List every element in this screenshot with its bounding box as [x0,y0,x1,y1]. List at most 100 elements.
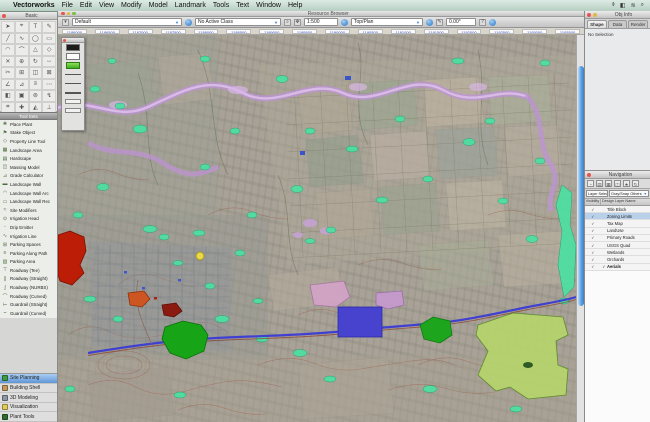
tool-list-item[interactable]: ▥ Parking Area [0,258,57,267]
navigation-tab-icon[interactable]: ▤ [596,180,603,187]
object-info-tab[interactable]: Shape [587,20,607,28]
line-thickness-thick[interactable] [65,92,81,94]
menu-item[interactable]: Edit [80,2,92,9]
pen-tool-icon[interactable]: ✎ [436,19,443,26]
tool-list-item[interactable]: ▭ Landscape Wall Rec [0,197,57,206]
fit-view-icon[interactable] [341,19,348,26]
tool-button[interactable]: △ [29,44,43,56]
tool-button[interactable]: ✎ [42,21,56,33]
menu-extra-icon[interactable]: ⌕ [641,2,644,9]
design-layer-row[interactable]: ✓ USGS Quad [585,242,650,249]
close-icon[interactable] [2,14,6,18]
menu-item[interactable]: Help [288,2,302,9]
design-layer-row[interactable]: ✓ Zoning Limits [585,213,650,220]
navigation-tab-icon[interactable]: ★ [623,180,630,187]
object-info-tab[interactable]: Data [608,20,628,28]
tool-button[interactable]: ⋯ [42,79,56,91]
tool-list-item[interactable]: ⌣ Guardrail (Curved) [0,309,57,318]
tool-list-item[interactable]: ∥ Roadway (Straight) [0,275,57,284]
tool-list-item[interactable]: ◇ Property Line Tool [0,137,57,146]
scrollbar-thumb[interactable] [578,66,584,306]
tool-list-item[interactable]: ◦ Drip Emitter [0,223,57,232]
view-dropdown[interactable]: Top/Plan▼ [351,18,423,26]
tool-list-item[interactable]: ⊤ Roadway (Tee) [0,266,57,275]
tool-button[interactable]: ↔ [42,56,56,68]
menu-item[interactable]: Window [256,2,281,9]
tool-button[interactable]: ⊕ [15,56,29,68]
minimize-icon[interactable] [593,13,597,17]
visibility-check[interactable]: ✓ [585,214,601,219]
design-layer-row[interactable]: ✓ Title Block [585,206,650,213]
tool-sets-palette-titlebar[interactable]: Tool Sets [0,112,57,120]
design-layer-row[interactable]: ✓ Primary Roads [585,235,650,242]
tool-button[interactable]: ◧ [1,90,15,102]
menu-item[interactable]: Modify [121,2,142,9]
tool-set-category[interactable]: Site Planning [0,374,57,384]
tool-list-item[interactable]: ⊞ Parking Spaces [0,240,57,249]
tool-button[interactable]: ⌖ [15,21,29,33]
tool-button[interactable]: ⊞ [15,67,29,79]
help-mode-icon[interactable]: ? [479,19,486,26]
close-icon[interactable] [587,173,591,177]
tool-list-item[interactable]: ⊙ Irrigation Head [0,215,57,224]
layer-select-dropdown[interactable]: Layer Select▼ [586,190,608,197]
tool-button[interactable]: ◫ [29,67,43,79]
line-thickness-medium[interactable] [65,83,81,84]
design-layer-row[interactable]: ✓ Orchards [585,256,650,263]
saved-views-icon[interactable]: ▾ [62,19,69,26]
object-info-tab[interactable]: Render [628,20,648,28]
tool-button[interactable]: ➤ [1,21,15,33]
tool-set-category[interactable]: Building Shell [0,384,57,394]
tool-button[interactable]: T [29,21,43,33]
pan-tool-icon[interactable]: ✥ [294,19,301,26]
visibility-check[interactable]: ✓ [585,235,601,240]
tool-list-item[interactable]: ≈ Site Modifiers [0,206,57,215]
layer-options-dropdown[interactable]: Gray/Snap Others▼ [609,190,649,197]
navigation-tab-icon[interactable]: ◔ [587,180,594,187]
tool-button[interactable]: ↻ [29,56,43,68]
layer-options-icon[interactable] [185,19,192,26]
tool-list-item[interactable]: ▦ Landscape Area [0,146,57,155]
tool-list-item[interactable]: ∫ Roadway (NURBS) [0,283,57,292]
minimize-icon[interactable] [67,12,71,16]
design-layer-row[interactable]: ✓ LandUse [585,228,650,235]
tool-button[interactable]: ∠ [1,79,15,91]
class-dropdown[interactable]: No Active Class▼ [195,18,281,26]
tool-button[interactable]: ✂ [1,67,15,79]
visibility-check[interactable]: ✓ [585,257,601,262]
design-layer-row[interactable]: ✓ Wetlands [585,249,650,256]
tool-list-item[interactable]: ▤ Hardscape [0,154,57,163]
tool-button[interactable]: ⊚ [29,90,43,102]
app-menu[interactable]: Vectorworks [13,2,55,9]
tool-set-category[interactable]: 3D Modeling [0,393,57,403]
menu-extra-icon[interactable]: ◧ [620,2,626,9]
tool-button[interactable]: ╱ [1,33,15,45]
visibility-check[interactable]: ✓ [585,221,601,226]
close-icon[interactable] [63,39,66,42]
tool-list-item[interactable]: ◫ Massing Model [0,163,57,172]
tool-list-item[interactable]: ❀ Place Plant [0,120,57,129]
menu-extra-icon[interactable]: ≋ [631,2,636,9]
tool-list-item[interactable]: ⊿ Grade Calculator [0,172,57,181]
fill-style-swatch[interactable] [66,44,80,51]
visibility-check[interactable]: ✓ [585,264,601,269]
visibility-check[interactable]: ✓ [585,250,601,255]
tool-button[interactable]: ◠ [1,44,15,56]
tool-button[interactable]: ▣ [15,90,29,102]
tool-button[interactable]: ⊠ [42,67,56,79]
basic-palette-titlebar[interactable]: Basic [0,12,57,20]
layer-dropdown[interactable]: Default▼ [72,18,182,26]
map-canvas[interactable] [58,35,576,422]
tool-button[interactable]: ∿ [15,33,29,45]
tool-set-category[interactable]: Plant Tools [0,412,57,422]
pen-color-swatch[interactable] [66,62,80,69]
marker-style-dropdown[interactable] [65,108,81,113]
tool-list-item[interactable]: ⚑ Stake Object [0,129,57,138]
tool-set-category[interactable]: Visualization [0,403,57,413]
tool-list-item[interactable]: ◠ Landscape Wall Arc [0,189,57,198]
menu-item[interactable]: View [99,2,114,9]
tool-button[interactable]: ◯ [29,33,43,45]
visibility-check[interactable]: ✓ [585,228,601,233]
tool-button[interactable]: ↯ [42,90,56,102]
line-thickness-thin[interactable] [65,74,81,75]
